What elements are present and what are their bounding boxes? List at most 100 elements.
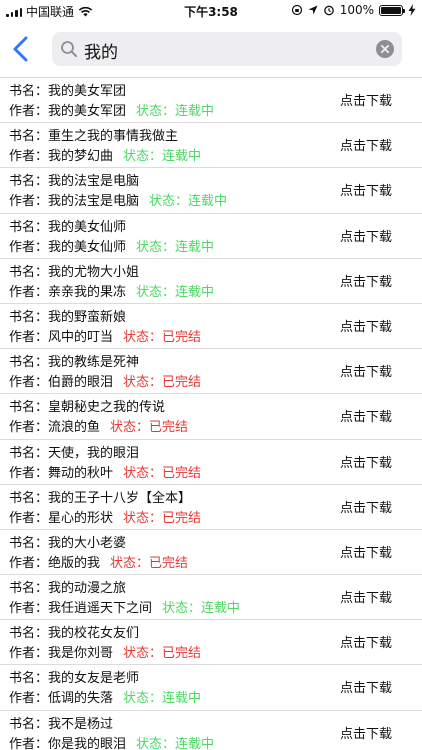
title-prefix: 书名：: [9, 84, 49, 99]
author-prefix: 作者：: [9, 284, 49, 300]
book-status: 状态：连载中: [149, 194, 228, 210]
book-author-line: 作者：我的法宝是电脑 状态：连载中: [9, 190, 227, 209]
back-button[interactable]: [8, 34, 34, 64]
book-title: 我的教练是死神: [48, 355, 140, 371]
book-author: 亲亲我的果冻: [48, 284, 127, 300]
title-prefix: 书名：: [9, 716, 49, 732]
book-title-line: 书名：皇朝秘史之我的传说: [9, 396, 165, 415]
download-button[interactable]: 点击下载: [340, 497, 392, 516]
book-row[interactable]: 书名：天使，我的眼泪 作者：舞动的秋叶 状态：已完结 点击下载: [0, 440, 422, 485]
book-author-line: 作者：星心的形状 状态：已完结: [9, 507, 201, 526]
book-title-line: 书名：我的尤物大小姐: [9, 261, 139, 280]
navigation-bar: 我的: [0, 20, 422, 78]
download-button[interactable]: 点击下载: [340, 226, 392, 245]
title-prefix: 书名：: [9, 626, 49, 642]
book-author-line: 作者：绝版的我 状态：已完结: [9, 552, 188, 571]
book-row[interactable]: 书名：我的尤物大小姐 作者：亲亲我的果冻 状态：连载中 点击下载: [0, 259, 422, 304]
author-prefix: 作者：: [9, 465, 49, 481]
book-row[interactable]: 书名：皇朝秘史之我的传说 作者：流浪的鱼 状态：已完结 点击下载: [0, 394, 422, 440]
book-title: 我的大小老婆: [48, 535, 127, 551]
book-title-line: 书名：我的王子十八岁【全本】: [9, 487, 191, 506]
book-author-line: 作者：我的美女军团 状态：连载中: [9, 100, 214, 119]
download-button[interactable]: 点击下载: [340, 271, 392, 290]
download-button[interactable]: 点击下载: [340, 180, 392, 199]
search-field[interactable]: 我的: [52, 32, 402, 66]
orientation-lock-icon: [291, 4, 302, 16]
title-prefix: 书名：: [9, 535, 49, 551]
battery-percent: 100%: [339, 3, 374, 17]
book-status: 状态：连载中: [123, 149, 202, 165]
book-title-line: 书名：我的女友是老师: [9, 667, 139, 686]
book-title-line: 书名：我的教练是死神: [9, 351, 139, 370]
book-status: 状态：连载中: [136, 104, 215, 119]
author-prefix: 作者：: [9, 194, 49, 210]
title-prefix: 书名：: [9, 581, 49, 597]
download-button[interactable]: 点击下载: [340, 316, 392, 335]
book-author: 伯爵的眼泪: [48, 375, 114, 391]
book-row[interactable]: 书名：我不是杨过 作者：你是我的眼泪 状态：连载中 点击下载: [0, 711, 422, 750]
book-author: 我的美女军团: [48, 104, 127, 119]
book-title: 我的校花女友们: [48, 626, 140, 642]
author-prefix: 作者：: [9, 510, 49, 526]
book-author: 我的美女仙师: [48, 239, 127, 255]
book-title: 我的美女仙师: [48, 219, 127, 235]
book-title: 我的女友是老师: [48, 671, 140, 687]
search-input[interactable]: 我的: [84, 38, 118, 63]
download-button[interactable]: 点击下载: [340, 406, 392, 425]
book-title: 我的动漫之旅: [48, 581, 127, 597]
download-button[interactable]: 点击下载: [340, 723, 392, 742]
download-button[interactable]: 点击下载: [340, 542, 392, 561]
book-author-line: 作者：我任逍遥天下之间 状态：连载中: [9, 597, 240, 616]
clear-icon[interactable]: [376, 40, 394, 58]
book-row[interactable]: 书名：我的女友是老师 作者：低调的失落 状态：连载中 点击下载: [0, 665, 422, 711]
book-status: 状态：连载中: [162, 601, 241, 617]
book-title: 我不是杨过: [48, 716, 114, 732]
book-row[interactable]: 书名：我的教练是死神 作者：伯爵的眼泪 状态：已完结 点击下载: [0, 349, 422, 395]
book-status: 状态：连载中: [136, 736, 215, 750]
book-author: 我任逍遥天下之间: [48, 601, 153, 617]
download-button[interactable]: 点击下载: [340, 361, 392, 380]
download-button[interactable]: 点击下载: [340, 677, 392, 696]
download-button[interactable]: 点击下载: [340, 632, 392, 651]
book-row[interactable]: 书名：我的大小老婆 作者：绝版的我 状态：已完结 点击下载: [0, 530, 422, 576]
book-status: 状态：连载中: [136, 284, 215, 300]
download-button[interactable]: 点击下载: [340, 452, 392, 471]
download-button[interactable]: 点击下载: [340, 135, 392, 154]
book-status: 状态：已完结: [123, 510, 202, 526]
title-prefix: 书名：: [9, 219, 49, 235]
book-row[interactable]: 书名：我的野蛮新娘 作者：风中的叮当 状态：已完结 点击下载: [0, 304, 422, 350]
status-right: 100%: [291, 3, 416, 17]
title-prefix: 书名：: [9, 174, 49, 190]
book-author-line: 作者：我的梦幻曲 状态：连载中: [9, 145, 201, 164]
book-title-line: 书名：我的校花女友们: [9, 622, 139, 641]
book-title-line: 书名：我的美女军团: [9, 80, 126, 99]
author-prefix: 作者：: [9, 691, 49, 707]
book-row[interactable]: 书名：我的校花女友们 作者：我是你刘哥 状态：已完结 点击下载: [0, 620, 422, 666]
author-prefix: 作者：: [9, 420, 49, 436]
book-title-line: 书名：重生之我的事情我做主: [9, 125, 178, 144]
book-author-line: 作者：你是我的眼泪 状态：连载中: [9, 733, 214, 750]
book-title-line: 书名：我的大小老婆: [9, 532, 126, 551]
book-author-line: 作者：我的美女仙师 状态：连载中: [9, 236, 214, 255]
book-row[interactable]: 书名：我的动漫之旅 作者：我任逍遥天下之间 状态：连载中 点击下载: [0, 575, 422, 621]
book-author-line: 作者：流浪的鱼 状态：已完结: [9, 416, 188, 435]
book-row[interactable]: 书名：重生之我的事情我做主 作者：我的梦幻曲 状态：连载中 点击下载: [0, 123, 422, 169]
download-button[interactable]: 点击下载: [340, 587, 392, 606]
author-prefix: 作者：: [9, 375, 49, 391]
book-author-line: 作者：低调的失落 状态：连载中: [9, 687, 201, 706]
book-status: 状态：已完结: [123, 646, 202, 662]
author-prefix: 作者：: [9, 646, 49, 662]
book-row[interactable]: 书名：我的美女仙师 作者：我的美女仙师 状态：连载中 点击下载: [0, 214, 422, 259]
book-row[interactable]: 书名：我的美女军团 作者：我的美女军团 状态：连载中 点击下载: [0, 78, 422, 124]
book-title: 重生之我的事情我做主: [48, 129, 179, 145]
status-bar: 中国联通 下午3:58 100%: [0, 0, 422, 20]
book-author: 我是你刘哥: [48, 646, 114, 662]
book-status: 状态：连载中: [136, 239, 215, 255]
book-row[interactable]: 书名：我的王子十八岁【全本】 作者：星心的形状 状态：已完结 点击下载: [0, 485, 422, 530]
title-prefix: 书名：: [9, 400, 49, 416]
title-prefix: 书名：: [9, 355, 49, 371]
book-row[interactable]: 书名：我的法宝是电脑 作者：我的法宝是电脑 状态：连载中 点击下载: [0, 168, 422, 214]
book-status: 状态：连载中: [123, 691, 202, 707]
download-button[interactable]: 点击下载: [340, 90, 392, 109]
book-title: 我的美女军团: [48, 84, 127, 99]
